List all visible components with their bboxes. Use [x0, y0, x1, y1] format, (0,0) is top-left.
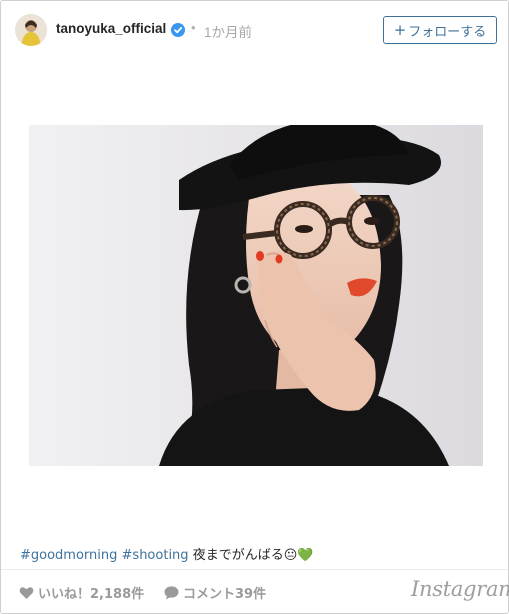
heart-icon — [19, 586, 34, 599]
comments-label: コメント39件 — [183, 587, 267, 602]
separator-dot: • — [191, 20, 196, 35]
verified-badge-icon — [171, 23, 185, 37]
post-footer: いいね！2,188件 コメント39件 Instagram — [1, 570, 509, 614]
hashtag-goodmorning[interactable]: #goodmorning — [20, 548, 117, 563]
user-avatar[interactable] — [15, 14, 47, 46]
follow-button-label: フォローする — [408, 24, 487, 40]
post-header: tanoyuka_official • 1か月前 + フォローする — [1, 1, 508, 59]
post-photo[interactable] — [29, 125, 483, 466]
instagram-embed-card: tanoyuka_official • 1か月前 + フォローする #goodm… — [0, 0, 509, 614]
hashtag-shooting[interactable]: #shooting — [122, 548, 189, 563]
caption-text: 夜までがんばる😐💚 — [192, 548, 314, 563]
likes-label: いいね！2,188件 — [38, 587, 145, 602]
plus-icon: + — [393, 20, 407, 39]
comments-count[interactable]: コメント39件 — [164, 583, 266, 602]
likes-count[interactable]: いいね！2,188件 — [19, 583, 144, 602]
follow-button[interactable]: + フォローする — [383, 16, 497, 44]
speech-bubble-icon — [164, 585, 179, 599]
username-link[interactable]: tanoyuka_official — [56, 21, 166, 36]
instagram-logo[interactable]: Instagram — [411, 577, 509, 601]
post-time[interactable]: 1か月前 — [204, 21, 252, 41]
post-caption: #goodmorning #shooting 夜までがんばる😐💚 — [20, 544, 313, 563]
